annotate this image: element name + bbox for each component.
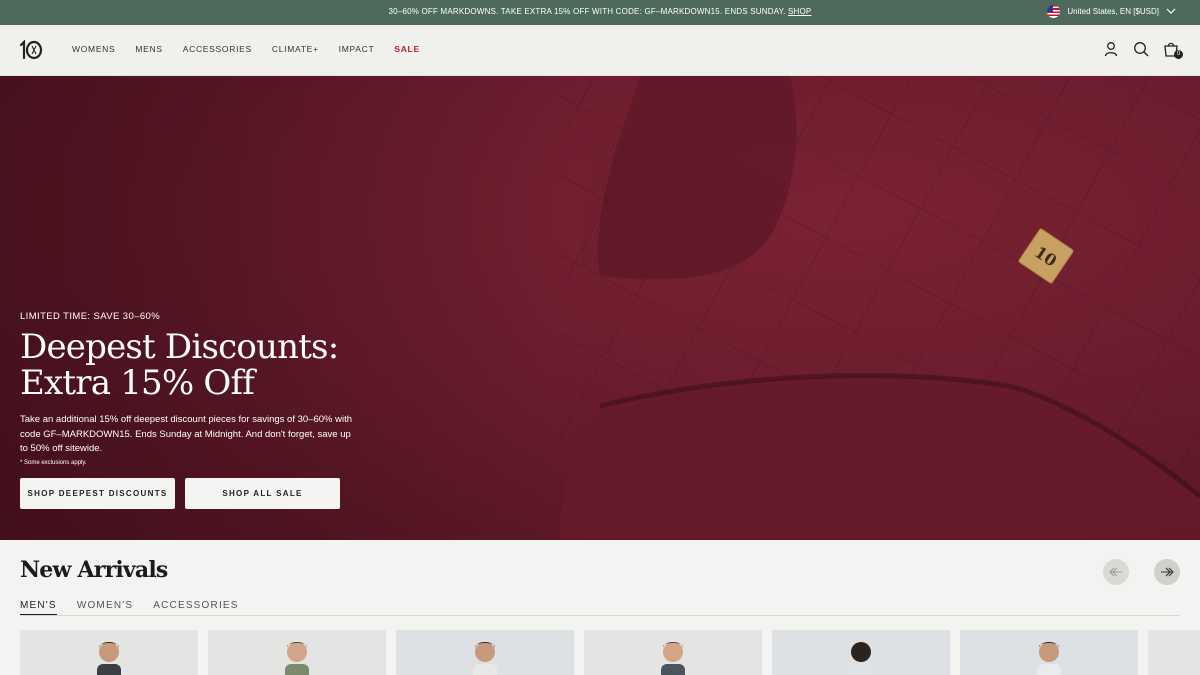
arrow-right-icon	[1161, 567, 1174, 577]
site-header: WOMENS MENS ACCESSORIES CLIMATE+ IMPACT …	[0, 25, 1200, 76]
carousel-prev-button[interactable]	[1103, 559, 1129, 585]
cart-icon[interactable]: 0	[1162, 40, 1183, 59]
tab-accessories[interactable]: ACCESSORIES	[153, 600, 238, 615]
hero-description: Take an additional 15% off deepest disco…	[20, 414, 353, 454]
product-card[interactable]	[960, 630, 1138, 675]
announcement-bar: 30–60% OFF MARKDOWNS. TAKE EXTRA 15% OFF…	[0, 0, 1200, 25]
search-icon[interactable]	[1132, 40, 1150, 58]
product-model-image	[285, 642, 309, 675]
brand-logo[interactable]	[19, 40, 43, 60]
product-model-image	[97, 642, 121, 675]
product-model-image	[661, 642, 685, 675]
announcement-shop-link[interactable]: SHOP	[788, 7, 811, 16]
carousel-arrows	[1103, 559, 1180, 585]
hero-eyebrow: LIMITED TIME: SAVE 30–60%	[20, 311, 161, 322]
cart-count-badge: 0	[1174, 50, 1183, 59]
product-card[interactable]	[1148, 630, 1200, 675]
nav-climate[interactable]: CLIMATE+	[272, 44, 319, 54]
announcement-text: 30–60% OFF MARKDOWNS. TAKE EXTRA 15% OFF…	[388, 7, 812, 16]
new-arrivals-title: New Arrivals	[20, 557, 168, 583]
locale-label: United States, EN [$USD]	[1067, 7, 1159, 16]
product-model-image	[1037, 642, 1061, 675]
hero-title: Deepest Discounts: Extra 15% Off	[20, 329, 360, 401]
main-nav: WOMENS MENS ACCESSORIES CLIMATE+ IMPACT …	[72, 44, 420, 54]
shop-deepest-discounts-button[interactable]: SHOP DEEPEST DISCOUNTS	[20, 477, 175, 509]
nav-sale[interactable]: SALE	[394, 44, 419, 54]
carousel-next-button[interactable]	[1154, 559, 1180, 585]
product-card[interactable]	[396, 630, 574, 675]
product-card[interactable]	[772, 630, 950, 675]
hero-content: LIMITED TIME: SAVE 30–60% Deepest Discou…	[20, 311, 360, 509]
product-carousel	[20, 630, 1200, 675]
hero-exclusions-note: * Some exclusions apply.	[20, 459, 87, 466]
product-card[interactable]	[208, 630, 386, 675]
product-card[interactable]	[20, 630, 198, 675]
brand-patch: 10	[1018, 228, 1074, 284]
new-arrivals-section: New Arrivals MEN'S WOMEN'S ACCESSORIES	[0, 540, 1200, 675]
us-flag-icon	[1047, 5, 1061, 18]
chevron-down-icon	[1166, 8, 1176, 14]
hero-title-line1: Deepest Discounts:	[20, 327, 339, 367]
nav-impact[interactable]: IMPACT	[339, 44, 375, 54]
product-model-image	[473, 642, 497, 675]
nav-womens[interactable]: WOMENS	[72, 44, 115, 54]
hero-title-line2: Extra 15% Off	[20, 363, 255, 403]
account-icon[interactable]	[1102, 40, 1120, 58]
arrow-left-icon	[1109, 567, 1122, 577]
tab-mens[interactable]: MEN'S	[20, 600, 57, 615]
product-model-image	[849, 642, 873, 675]
nav-mens[interactable]: MENS	[135, 44, 162, 54]
locale-selector[interactable]: United States, EN [$USD]	[1047, 5, 1176, 18]
shop-all-sale-button[interactable]: SHOP ALL SALE	[185, 477, 340, 509]
product-card[interactable]	[584, 630, 762, 675]
hero-banner[interactable]: 10 LIMITED TIME: SAVE 30–60% Deepest Dis…	[0, 76, 1200, 540]
header-actions: 0	[1102, 40, 1183, 59]
tab-womens[interactable]: WOMEN'S	[77, 600, 133, 615]
arrivals-tabs: MEN'S WOMEN'S ACCESSORIES	[20, 600, 1180, 616]
nav-accessories[interactable]: ACCESSORIES	[183, 44, 252, 54]
hero-buttons: SHOP DEEPEST DISCOUNTS SHOP ALL SALE	[20, 477, 360, 509]
